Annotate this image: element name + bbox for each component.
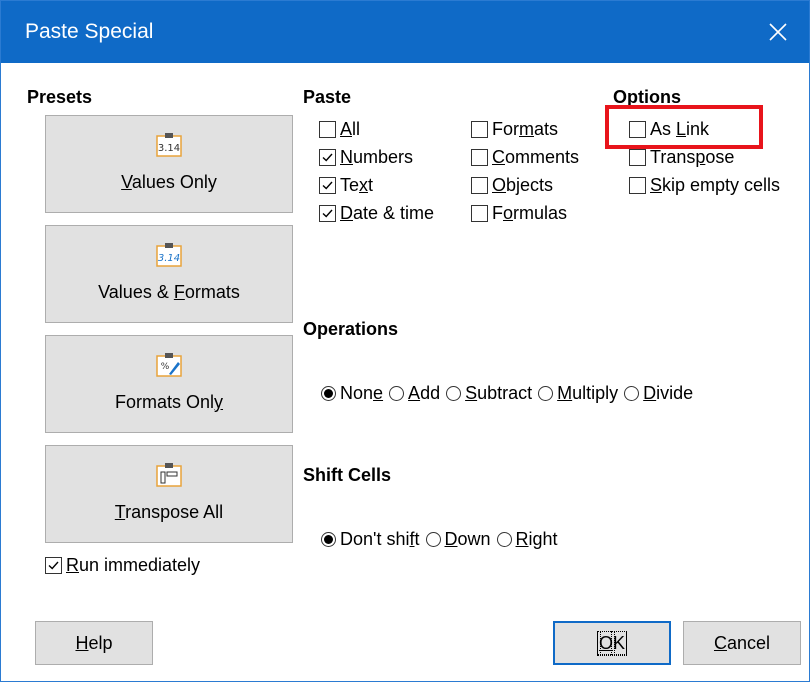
operation-multiply-radio[interactable]: Multiply — [538, 383, 618, 404]
operation-none-radio[interactable]: None — [321, 383, 383, 404]
paste-formulas-checkbox[interactable]: Formulas — [471, 203, 567, 224]
values-only-button[interactable]: 3.14 Values Only — [45, 115, 293, 213]
shift-cells-heading: Shift Cells — [303, 465, 392, 485]
svg-text:%: % — [161, 362, 170, 372]
checkbox-box — [629, 149, 646, 166]
close-icon — [769, 23, 787, 41]
cancel-button[interactable]: Cancel — [683, 621, 801, 665]
shift-cells-radio-group: Don't shift Down Right — [321, 529, 564, 550]
paste-transpose-icon — [156, 463, 182, 487]
transpose-all-button[interactable]: Transpose All — [45, 445, 293, 543]
transpose-checkbox[interactable]: Transpose — [629, 147, 734, 168]
shift-down-radio[interactable]: Down — [425, 529, 491, 550]
paste-all-checkbox[interactable]: All — [319, 119, 360, 140]
close-button[interactable] — [747, 1, 809, 63]
checkbox-box — [319, 205, 336, 222]
shift-none-radio[interactable]: Don't shift — [321, 529, 420, 550]
checkmark-icon — [48, 561, 59, 570]
formats-only-button[interactable]: % Formats Only — [45, 335, 293, 433]
checkbox-box — [629, 121, 646, 138]
options-heading: Options — [613, 87, 681, 107]
shift-right-radio[interactable]: Right — [496, 529, 558, 550]
checkbox-box — [471, 121, 488, 138]
dialog-title: Paste Special — [25, 20, 154, 43]
paste-formats-icon: % — [156, 353, 182, 377]
presets-heading: Presets — [27, 87, 93, 107]
operations-heading: Operations — [303, 319, 399, 339]
checkmark-icon — [322, 209, 333, 218]
run-immediately-checkbox[interactable]: Run immediately — [45, 555, 200, 576]
paste-numbers-checkbox[interactable]: Numbers — [319, 147, 413, 168]
svg-text:3.14: 3.14 — [158, 253, 180, 264]
paste-date-time-checkbox[interactable]: Date & time — [319, 203, 434, 224]
paste-objects-checkbox[interactable]: Objects — [471, 175, 553, 196]
checkmark-icon — [322, 181, 333, 190]
operation-divide-radio[interactable]: Divide — [624, 383, 693, 404]
paste-values-formats-icon: 3.14 — [156, 243, 182, 267]
values-formats-button[interactable]: 3.14 Values & Formats — [45, 225, 293, 323]
help-button[interactable]: Help — [35, 621, 153, 665]
operations-radio-group: None Add Subtract Multiply Divide — [321, 383, 699, 404]
paste-values-icon: 3.14 — [156, 133, 182, 157]
operation-add-radio[interactable]: Add — [389, 383, 440, 404]
checkbox-box — [629, 177, 646, 194]
svg-text:3.14: 3.14 — [158, 143, 180, 154]
checkbox-box — [45, 557, 62, 574]
title-bar: Paste Special — [1, 1, 809, 63]
checkbox-box — [319, 121, 336, 138]
as-link-checkbox[interactable]: As Link — [629, 119, 709, 140]
operation-subtract-radio[interactable]: Subtract — [446, 383, 532, 404]
paste-special-dialog: Paste Special Presets 3.14 Values Only 3… — [0, 0, 810, 682]
paste-formats-checkbox[interactable]: Formats — [471, 119, 558, 140]
ok-button[interactable]: OK — [553, 621, 671, 665]
checkbox-box — [319, 177, 336, 194]
skip-empty-cells-checkbox[interactable]: Skip empty cells — [629, 175, 780, 196]
checkbox-box — [471, 205, 488, 222]
paste-comments-checkbox[interactable]: Comments — [471, 147, 579, 168]
checkmark-icon — [322, 153, 333, 162]
checkbox-box — [319, 149, 336, 166]
checkbox-box — [471, 177, 488, 194]
paste-text-checkbox[interactable]: Text — [319, 175, 373, 196]
paste-heading: Paste — [303, 87, 352, 107]
checkbox-box — [471, 149, 488, 166]
